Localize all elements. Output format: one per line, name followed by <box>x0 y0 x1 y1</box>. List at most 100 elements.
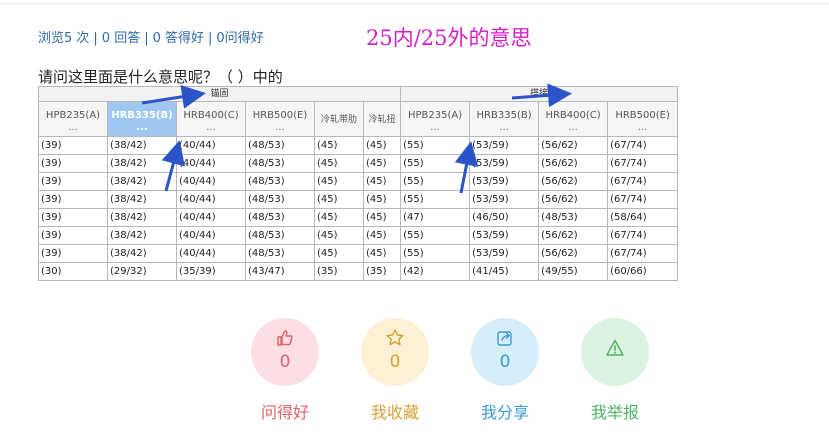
star-icon <box>385 328 405 348</box>
table-cell: (56/62) <box>538 190 609 209</box>
report-label[interactable]: 我举报 <box>570 399 660 423</box>
column-header-ellipsis: ... <box>568 121 578 133</box>
table-cell: (45) <box>314 190 364 209</box>
group-header-anchorage: 锚固 <box>37 86 402 102</box>
column-header-ellipsis: ... <box>637 121 648 133</box>
column-header-label: HRB335(B) <box>111 109 173 121</box>
table-cell: (45) <box>314 244 364 263</box>
column-header: HRB500(E)... <box>607 101 679 137</box>
column-header: HRB500(E)... <box>245 101 315 137</box>
table-cell: (35) <box>314 262 364 281</box>
table-row: (39) (38/42) (40/44) (48/53) (45) (45) (55) (53… <box>38 136 679 155</box>
table-cell: (53/59) <box>469 190 540 209</box>
column-header-label: HRB500(E) <box>615 109 670 121</box>
table-cell: (67/74) <box>607 136 679 155</box>
table-cell: (55) <box>400 244 471 263</box>
good-question-count: 0 <box>279 352 291 372</box>
column-header: 冷轧扭 <box>362 101 402 137</box>
table-cell: (48/53) <box>245 172 315 191</box>
column-header-label: 冷轧带肋 <box>320 115 357 125</box>
table-cell: (40/44) <box>176 136 246 155</box>
table-cell: (38/42) <box>107 154 177 173</box>
table-cell: (48/53) <box>245 190 315 209</box>
table-cell: (45) <box>362 136 402 155</box>
column-header-label: HRB335(B) <box>476 109 532 121</box>
report-circle[interactable] <box>581 318 649 386</box>
good-question-button[interactable]: 0 问得好 <box>240 318 330 423</box>
table-row: (39) (38/42) (40/44) (48/53) (45) (45) (47) (46… <box>38 208 679 227</box>
table-cell: (39) <box>38 226 108 245</box>
column-header-ellipsis: ... <box>430 121 440 133</box>
top-divider <box>0 3 829 4</box>
favorite-button[interactable]: 0 我收藏 <box>350 318 440 423</box>
table-cell: (55) <box>400 172 471 191</box>
table-row: (39) (38/42) (40/44) (48/53) (45) (45) (55) (53… <box>38 226 679 245</box>
table-cell: (39) <box>38 208 108 227</box>
table-cell: (39) <box>38 172 108 191</box>
table-cell: (49/55) <box>538 262 609 281</box>
table-cell: (45) <box>362 172 402 191</box>
table-cell: (29/32) <box>107 262 177 281</box>
action-bar: 0 问得好 0 我收藏 0 我分享 我举报 <box>0 318 829 428</box>
good-questions-count: 0问得好 <box>216 31 264 46</box>
table-cell: (35/39) <box>176 262 246 281</box>
table-row: (30) (29/32) (35/39) (43/47) (35) (35) (42) (41… <box>38 262 679 281</box>
table-cell: (45) <box>362 154 402 173</box>
favorite-label[interactable]: 我收藏 <box>350 399 440 423</box>
answers-count: 0 回答 <box>101 31 141 46</box>
table-cell: (40/44) <box>176 154 246 173</box>
question-title: 请问这里面是什么意思呢？（ ）中的 <box>38 68 283 86</box>
column-header-ellipsis: ... <box>275 121 285 133</box>
table-cell: (55) <box>400 154 471 173</box>
table-cell: (67/74) <box>607 190 679 209</box>
column-header: 冷轧带肋 <box>314 101 364 137</box>
table-cell: (60/66) <box>607 262 679 281</box>
favorite-circle[interactable]: 0 <box>361 318 429 386</box>
good-question-label[interactable]: 问得好 <box>240 399 330 423</box>
column-header: HPB235(A)... <box>38 101 108 137</box>
column-header: HRB400(C)... <box>176 101 246 137</box>
column-header-label: HPB235(A) <box>45 109 101 121</box>
table-cell: (38/42) <box>107 208 177 227</box>
share-circle[interactable]: 0 <box>471 318 539 386</box>
table-cell: (67/74) <box>607 172 679 191</box>
table-cell: (53/59) <box>469 154 540 173</box>
question-stats: 浏览5 次 | 0 回答 | 0 答得好 | 0问得好 <box>38 27 264 46</box>
good-question-circle[interactable]: 0 <box>251 318 319 386</box>
share-icon <box>495 328 515 348</box>
table-cell: (38/42) <box>107 244 177 263</box>
table-cell: (53/59) <box>469 244 540 263</box>
table-cell: (38/42) <box>107 172 177 191</box>
good-answers-count: 0 答得好 <box>152 31 204 46</box>
column-header-ellipsis: ... <box>206 121 216 133</box>
table-cell: (40/44) <box>176 190 246 209</box>
table-cell: (58/64) <box>607 208 679 227</box>
table-row: (39) (38/42) (40/44) (48/53) (45) (45) (55) (53… <box>38 244 679 263</box>
column-header: HRB335(B)... <box>469 101 540 137</box>
table-cell: (39) <box>38 154 108 173</box>
table-cell: (39) <box>38 244 108 263</box>
table-cell: (48/53) <box>245 154 315 173</box>
report-button[interactable]: 我举报 <box>570 318 660 423</box>
column-header-label: HRB400(C) <box>545 109 601 121</box>
table-cell: (43/47) <box>245 262 315 281</box>
table-cell: (45) <box>362 226 402 245</box>
stats-separator: | <box>208 31 213 46</box>
table-row: (39) (38/42) (40/44) (48/53) (45) (45) (55) (53… <box>38 172 679 191</box>
share-button[interactable]: 0 我分享 <box>460 318 550 423</box>
table-cell: (40/44) <box>176 244 246 263</box>
table-cell: (41/45) <box>469 262 540 281</box>
table-row: (39) (38/42) (40/44) (48/53) (45) (45) (55) (53… <box>38 190 679 209</box>
table-cell: (45) <box>314 226 364 245</box>
table-cell: (55) <box>400 190 471 209</box>
table-cell: (42) <box>400 262 471 281</box>
rebar-length-table: 锚固 搭接 HPB235(A)... HRB335(B)... HRB400(C).… <box>37 86 679 281</box>
share-label[interactable]: 我分享 <box>460 399 550 423</box>
table-cell: (45) <box>314 172 364 191</box>
table-cell: (56/62) <box>538 154 609 173</box>
table-cell: (45) <box>362 244 402 263</box>
table-cell: (67/74) <box>607 154 679 173</box>
table-cell: (53/59) <box>469 172 540 191</box>
table-cell: (56/62) <box>538 244 609 263</box>
table-cell: (45) <box>362 208 402 227</box>
